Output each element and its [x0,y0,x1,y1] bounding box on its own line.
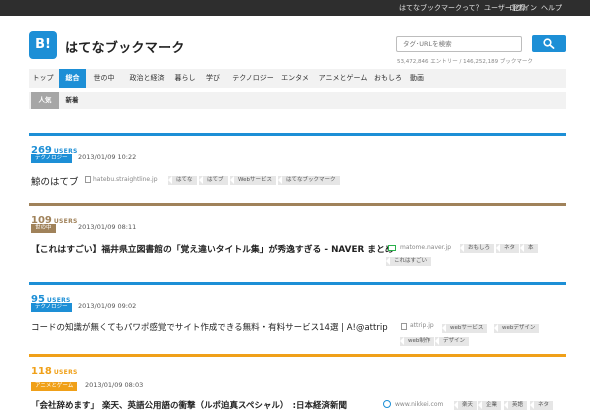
tab-top[interactable]: トップ [29,69,57,88]
entry-title[interactable]: コードの知識が無くてもパワポ感覚でサイト作成できる無料・有料サービス14選 | … [31,321,388,333]
entry-date: 2013/01/09 08:03 [85,381,144,389]
hatena-bookmark-logo[interactable]: B! [29,31,57,59]
category-badge[interactable]: テクノロジー [31,154,72,163]
entry-date: 2013/01/09 10:22 [78,153,137,161]
tag[interactable]: ネタ [530,401,554,410]
tag[interactable]: Webサービス [230,176,276,185]
entry-domain[interactable]: www.nikkei.com [395,401,443,408]
tag[interactable]: web制作 [400,337,435,346]
entry-domain[interactable]: hatebu.straightline.jp [93,176,158,183]
page-favicon-icon [85,176,91,183]
tag[interactable]: これはすごい [386,257,432,266]
tag[interactable]: ネタ [496,244,520,253]
entry-title[interactable]: 【これはすごい】福井県立図書館の「覚え違いタイトル集」が秀逸すぎる - NAVE… [31,242,394,255]
tag[interactable]: 企業 [478,401,502,410]
entry-date: 2013/01/09 08:11 [78,223,137,231]
category-badge[interactable]: テクノロジー [31,303,72,312]
help-link[interactable]: ヘルプ [541,3,562,13]
subtab-new[interactable]: 新着 [60,92,84,109]
user-count[interactable]: 118 USERS [31,359,78,378]
tag[interactable]: webデザイン [494,324,540,333]
tag[interactable]: 本 [520,244,538,253]
entry-domain[interactable]: attrip.jp [410,322,434,329]
tag[interactable]: webサービス [442,324,488,333]
tag[interactable]: 英語 [504,401,528,410]
tab-society[interactable]: 世の中 [87,69,121,88]
tag[interactable]: はてなブックマーク [278,176,340,185]
search-input[interactable] [396,36,522,52]
entry-item: 109 USERS 世の中 2013/01/09 08:11 【これはすごい】福井… [29,203,566,266]
login-link[interactable]: ログイン [509,3,537,13]
category-badge[interactable]: 世の中 [31,224,56,233]
entry-title[interactable]: 「会社辞めます」 楽天、英語公用語の衝撃（ルポ迫真スペシャル） :日本経済新聞 [31,399,347,411]
tag[interactable]: デザイン [435,337,470,346]
sub-nav: 人気 新着 [29,92,566,109]
tab-politics-economy[interactable]: 政治と経済 [121,69,173,88]
entry-item: 95 USERS テクノロジー 2013/01/09 09:02 コードの知識が無… [29,282,566,346]
top-bar: はてなブックマークって？ ユーザー登録 ログイン ヘルプ [0,0,590,16]
tab-anime-game[interactable]: アニメとゲーム [314,69,372,88]
tab-video[interactable]: 動画 [404,69,430,88]
about-link[interactable]: はてなブックマークって？ [399,3,483,13]
site-title[interactable]: はてなブックマーク [65,37,185,56]
bookmark-stats: 53,472,846 エントリー / 146,252,189 ブックマーク [397,59,533,65]
main-nav: トップ 総合 世の中 政治と経済 暮らし 学び テクノロジー エンタメ アニメと… [29,69,566,88]
search-icon [543,38,555,49]
category-badge[interactable]: アニメとゲーム [31,382,78,391]
page-favicon-icon [401,323,407,330]
tab-entertainment[interactable]: エンタメ [279,69,311,88]
tab-technology[interactable]: テクノロジー [227,69,279,88]
entry-item: 269 USERS テクノロジー 2013/01/09 10:22 鯨のはてブ h… [29,133,566,195]
tab-general[interactable]: 総合 [59,69,86,88]
tab-fun[interactable]: おもしろ [372,69,404,88]
tab-life[interactable]: 暮らし [170,69,200,88]
tag[interactable]: はてブ [199,176,228,185]
tag[interactable]: おもしろ [460,244,495,253]
tab-learning[interactable]: 学び [202,69,224,88]
entry-domain[interactable]: matome.naver.jp [400,244,451,251]
page-favicon-icon [388,245,396,251]
tag[interactable]: はてな [168,176,197,185]
subtab-popular[interactable]: 人気 [31,92,59,109]
entry-item: 118 USERS アニメとゲーム 2013/01/09 08:03 「会社辞めま… [29,354,566,418]
entry-date: 2013/01/09 09:02 [78,302,137,310]
tag[interactable]: 楽天 [454,401,478,410]
search-button[interactable] [532,35,566,52]
page-favicon-icon [383,400,391,408]
entry-title[interactable]: 鯨のはてブ [31,174,79,188]
